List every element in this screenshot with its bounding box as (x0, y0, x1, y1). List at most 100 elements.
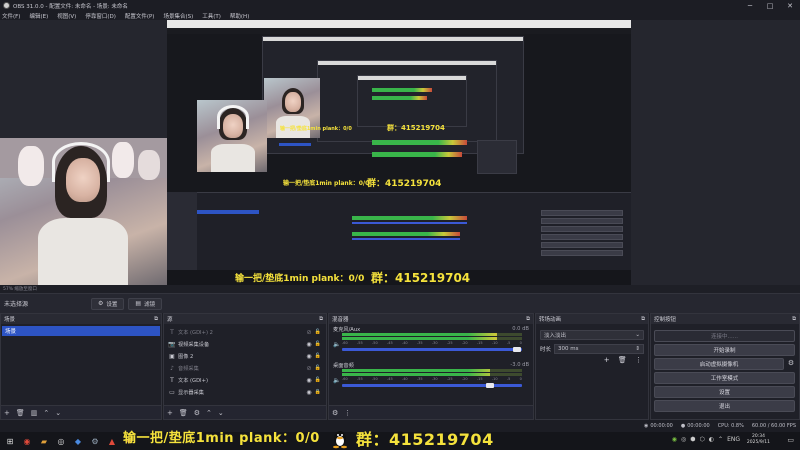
app-icon-red-2[interactable]: ▲ (105, 435, 119, 447)
meter-background (497, 333, 522, 336)
maximize-button[interactable]: □ (760, 2, 780, 10)
add-scene-button[interactable]: + (4, 409, 10, 417)
visibility-off-icon[interactable]: ⊘ (304, 365, 314, 372)
scenes-dock: 场景 ⧉ 场景 + 🗑 ▥ ⌃ ⌄ (0, 313, 162, 420)
preview-canvas[interactable]: 输一把/垫底1min plank：0/0 群：415219704 输一把/垫底1… (0, 20, 800, 285)
title-bar: OBS 31.0.0 - 配置文件: 未命名 - 场景: 未命名 ─ □ ✕ (0, 0, 800, 11)
minimize-button[interactable]: ─ (740, 2, 760, 10)
meter-tick-label: -30 (431, 341, 438, 345)
menu-edit[interactable]: 编辑(E) (29, 12, 48, 20)
app-icon-folder[interactable]: ▰ (37, 435, 51, 447)
volume-slider-handle[interactable] (486, 383, 494, 388)
visibility-icon[interactable]: ◉ (304, 353, 314, 360)
obs-taskbar-icon[interactable]: ◎ (54, 435, 68, 447)
volume-slider[interactable] (342, 384, 522, 387)
source-item[interactable]: ▭ 显示器采集 ◉ 🔒 (164, 386, 326, 398)
source-item[interactable]: ▣ 图像 2 ◉ 🔓 (164, 350, 326, 362)
remove-transition-button[interactable]: 🗑 (618, 356, 627, 364)
unlock-icon[interactable]: 🔓 (314, 353, 322, 359)
menu-tools[interactable]: 工具(T) (202, 12, 221, 20)
move-source-down-button[interactable]: ⌄ (218, 409, 224, 417)
start-virtual-camera-button[interactable]: 启动虚拟摄像机 (654, 358, 784, 370)
sources-dock: 源 ⧉ T 文本 (GDI+) 2 ⊘ 🔓 📷 视频采集设备 ◉ 🔓 ▣ 图像 … (163, 313, 327, 420)
lock-icon[interactable]: 🔒 (314, 389, 322, 395)
steam-icon[interactable]: ⚙ (88, 435, 102, 447)
windows-taskbar: ⊞ ◉ ▰ ◎ ◆ ⚙ ▲ ♦ 输一把/垫底1min plank：0/0 群：4… (0, 430, 800, 450)
unlock-icon[interactable]: 🔓 (314, 341, 322, 347)
nested-meter (372, 96, 427, 100)
meter-tick-label: -55 (356, 341, 363, 345)
menu-profile[interactable]: 配置文件(P) (125, 12, 155, 20)
unlock-icon[interactable]: 🔓 (314, 365, 322, 371)
add-source-button[interactable]: + (167, 409, 173, 417)
language-indicator[interactable]: ENG (727, 436, 740, 443)
gear-icon[interactable]: ⚙ (786, 359, 796, 367)
notification-icon[interactable]: ▭ (787, 436, 794, 444)
menu-file[interactable]: 文件(F) (2, 12, 20, 20)
dock-float-icon[interactable]: ⧉ (526, 316, 530, 323)
visibility-icon[interactable]: ◉ (304, 377, 314, 384)
visibility-icon[interactable]: ◉ (304, 389, 314, 396)
app-icon-red[interactable]: ◉ (20, 435, 34, 447)
source-properties-icon[interactable]: ⚙ (194, 409, 200, 417)
move-scene-up-button[interactable]: ⌃ (43, 409, 49, 417)
menu-help[interactable]: 帮助(H) (230, 12, 249, 20)
tray-app-icon[interactable]: ⬡ (700, 436, 705, 443)
close-button[interactable]: ✕ (780, 2, 800, 10)
studio-mode-button[interactable]: 工作室模式 (654, 372, 795, 384)
source-properties-button[interactable]: ⚙ 设置 (91, 297, 125, 310)
visibility-off-icon[interactable]: ⊘ (304, 329, 314, 336)
move-scene-down-button[interactable]: ⌄ (55, 409, 61, 417)
tray-chevron-icon[interactable]: ⌃ (718, 436, 723, 443)
scene-item[interactable]: 场景 (2, 326, 160, 336)
start-recording-button[interactable]: 开始录制 (654, 344, 795, 356)
tray-app-icon[interactable]: ⬢ (690, 436, 695, 443)
dock-float-icon[interactable]: ⧉ (319, 316, 323, 323)
unlock-icon[interactable]: 🔓 (314, 329, 322, 335)
zoom-label[interactable]: 57% 缩放至窗口 (3, 286, 37, 292)
streaming-button[interactable]: 连接中...... (654, 330, 795, 342)
settings-button[interactable]: 设置 (654, 386, 795, 398)
sources-dock-title: 源 (167, 317, 173, 323)
source-item[interactable]: ♪ 音频采集 ⊘ 🔓 (164, 362, 326, 374)
tray-green-icon[interactable]: ◉ (672, 436, 677, 443)
exit-button[interactable]: 退出 (654, 400, 795, 412)
windows-start-icon[interactable]: ⊞ (3, 435, 17, 447)
unlock-icon[interactable]: 🔓 (314, 377, 322, 383)
speaker-icon[interactable]: 🔈 (333, 341, 340, 348)
tray-obs-icon[interactable]: ◎ (681, 436, 686, 443)
menu-docks[interactable]: 停靠窗口(D) (85, 12, 116, 20)
dock-float-icon[interactable]: ⧉ (792, 316, 796, 323)
remove-source-button[interactable]: 🗑 (179, 409, 188, 417)
system-clock[interactable]: 20:34 2025/9/11 (747, 434, 770, 446)
display-capture-preview: 输一把/垫底1min plank：0/0 群：415219704 输一把/垫底1… (167, 20, 631, 285)
speaker-icon[interactable]: 🔈 (333, 377, 340, 384)
tray-app-icon[interactable]: ◐ (709, 436, 714, 443)
app-icon-blue[interactable]: ◆ (71, 435, 85, 447)
record-status-icon: ● (680, 423, 686, 429)
move-source-up-button[interactable]: ⌃ (206, 409, 212, 417)
source-filters-button[interactable]: ▤ 滤镜 (128, 297, 163, 310)
mixer-menu-icon[interactable]: ⋮ (344, 409, 351, 417)
menu-view[interactable]: 视图(V) (57, 12, 76, 20)
mixer-advanced-icon[interactable]: ⚙ (332, 409, 338, 417)
source-item[interactable]: T 文本 (GDI+) 2 ⊘ 🔓 (164, 326, 326, 338)
remove-scene-button[interactable]: 🗑 (16, 409, 25, 417)
source-item[interactable]: 📷 视频采集设备 ◉ 🔓 (164, 338, 326, 350)
visibility-icon[interactable]: ◉ (304, 341, 314, 348)
source-item[interactable]: T 文本 (GDI+) ◉ 🔓 (164, 374, 326, 386)
meter-background (497, 337, 522, 340)
mixer-channel-desktop: 桌面音频 -3.0 dB -60 -55 -50 -45 -40 -35 -30 -25 -20… (329, 360, 533, 396)
transition-select[interactable]: 淡入淡出 ⌄ (540, 330, 644, 340)
volume-slider-handle[interactable] (513, 347, 521, 352)
volume-slider[interactable] (342, 348, 522, 351)
duration-input[interactable]: 300 ms ⇕ (554, 344, 644, 354)
add-transition-button[interactable]: + (604, 356, 610, 364)
nested-browser-bar (167, 20, 631, 28)
transition-menu-icon[interactable]: ⋮ (635, 356, 642, 364)
menu-scene-collection[interactable]: 场景集合(S) (163, 12, 193, 20)
meter-tick-label: -5 (506, 341, 511, 345)
dock-float-icon[interactable]: ⧉ (641, 316, 645, 323)
scene-filters-button[interactable]: ▥ (31, 409, 38, 417)
dock-float-icon[interactable]: ⧉ (154, 316, 158, 323)
